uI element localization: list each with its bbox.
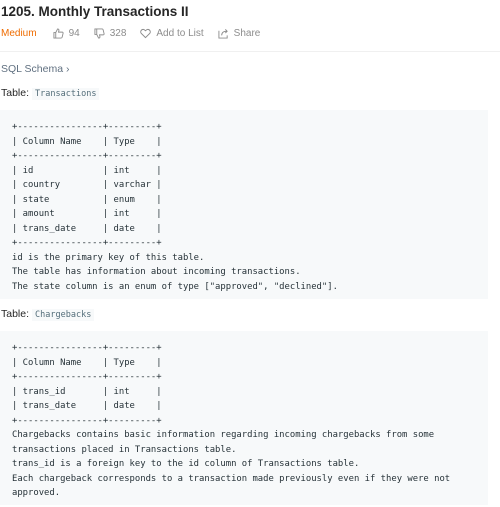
share-label: Share [233,28,261,39]
divider [0,51,500,52]
sql-schema-link[interactable]: SQL Schema › [1,63,69,75]
chargebacks-schema-block: +----------------+---------+ | Column Na… [0,331,488,505]
problem-meta: Medium 94 328 Add to List Share [1,28,274,39]
transactions-schema-block: +----------------+---------+ | Column Na… [0,110,488,299]
problem-title: 1205. Monthly Transactions II [1,4,189,19]
table-name: Chargebacks [32,309,95,321]
table-label-chargebacks: Table: Chargebacks [1,308,95,321]
add-to-list-button[interactable]: Add to List [140,28,204,39]
dislike-count: 328 [109,28,127,39]
share-button[interactable]: Share [218,28,261,39]
share-icon [218,29,228,39]
table-name: Transactions [32,88,100,100]
dislike-button[interactable]: 328 [94,28,127,39]
thumbs-down-icon [94,28,105,39]
like-count: 94 [68,28,80,39]
thumbs-up-icon [53,28,64,39]
table-label-transactions: Table: Transactions [1,87,100,100]
heart-icon [140,28,152,39]
add-to-list-label: Add to List [156,28,204,39]
like-button[interactable]: 94 [53,28,80,39]
difficulty-badge: Medium [1,28,37,39]
table-label-text: Table: [1,87,30,99]
table-label-text: Table: [1,308,30,320]
